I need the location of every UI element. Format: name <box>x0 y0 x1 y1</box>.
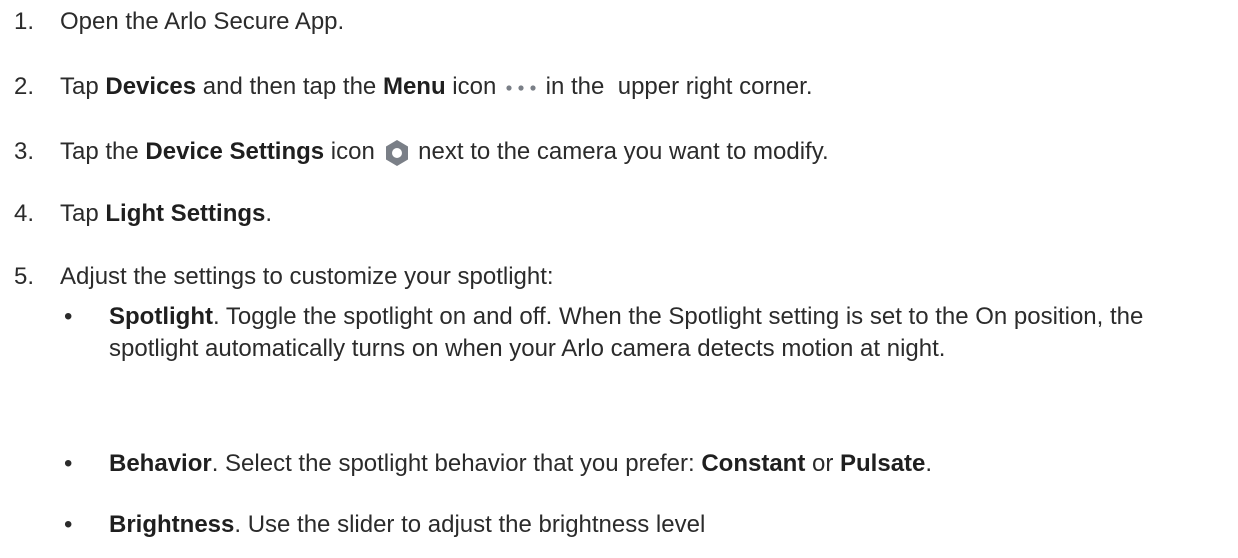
step-number: 4. <box>14 200 35 227</box>
step-text: Tap Light Settings. <box>60 200 273 227</box>
step-number: 2. <box>14 73 35 100</box>
step-text: Tap the Device Settings icon next to the… <box>60 136 829 168</box>
step-5: 5. Adjust the settings to customize your… <box>14 261 554 293</box>
gear-icon <box>385 139 408 166</box>
device-settings-label: Device Settings <box>145 138 325 165</box>
bullet: • <box>64 450 73 477</box>
step-number: 1. <box>14 8 35 35</box>
bullet-text: Brightness. Use the slider to adjust the… <box>109 511 706 538</box>
bullet-item-spotlight: • Spotlight. Toggle the spotlight on and… <box>64 301 1224 365</box>
bullet-item-brightness: • Brightness. Use the slider to adjust t… <box>64 509 1224 541</box>
devices-label: Devices <box>105 73 197 100</box>
step-1: 1. Open the Arlo Secure App. <box>14 6 344 38</box>
menu-label: Menu <box>382 73 446 100</box>
step-4: 4. Tap Light Settings. <box>14 198 272 230</box>
light-settings-label: Light Settings <box>105 200 266 227</box>
step-text: Open the Arlo Secure App. <box>60 8 345 35</box>
bullet: • <box>64 511 73 538</box>
step-number: 5. <box>14 263 35 290</box>
bullet-text: Behavior. Select the spotlight behavior … <box>109 450 933 477</box>
bullet-text: Spotlight. Toggle the spotlight on and o… <box>109 303 1144 362</box>
step-text: Tap Devices and then tap the Menu icon i… <box>60 73 813 100</box>
bullet: • <box>64 303 73 330</box>
bullet-item-behavior: • Behavior. Select the spotlight behavio… <box>64 448 1224 480</box>
step-2: 2. Tap Devices and then tap the Menu ico… <box>14 71 813 103</box>
step-text: Adjust the settings to customize your sp… <box>60 263 554 290</box>
step-number: 3. <box>14 138 35 165</box>
more-horizontal-icon <box>506 85 536 91</box>
instructions-page: { "steps": [ {"num": "1.", "text": "Open… <box>0 0 1238 558</box>
step-3: 3. Tap the Device Settings icon next to … <box>14 136 829 168</box>
